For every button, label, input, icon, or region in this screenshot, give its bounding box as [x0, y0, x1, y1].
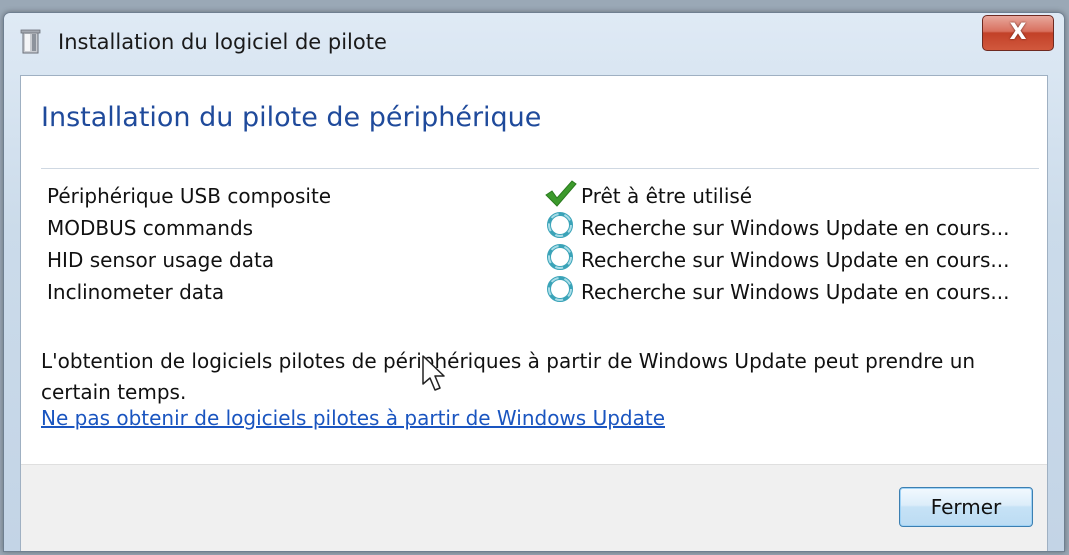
device-status: Prêt à être utilisé — [581, 184, 753, 208]
searching-spinner-icon — [547, 212, 573, 238]
driver-install-icon — [20, 29, 41, 54]
title-bar[interactable]: Installation du logiciel de pilote X — [4, 13, 1064, 75]
page-title: Installation du pilote de périphérique — [41, 102, 542, 133]
window-close-button[interactable]: X — [982, 15, 1054, 51]
fermer-button[interactable]: Fermer — [899, 487, 1033, 527]
device-name: HID sensor usage data — [47, 248, 275, 272]
device-status: Recherche sur Windows Update en cours... — [581, 248, 1010, 272]
dialog-footer: Fermer — [21, 464, 1047, 551]
device-status: Recherche sur Windows Update en cours... — [581, 280, 1010, 304]
searching-spinner-icon — [547, 244, 573, 270]
window-title: Installation du logiciel de pilote — [58, 30, 387, 54]
skip-windows-update-link[interactable]: Ne pas obtenir de logiciels pilotes à pa… — [41, 406, 665, 430]
device-name: MODBUS commands — [47, 216, 254, 240]
info-message: L'obtention de logiciels pilotes de péri… — [41, 349, 976, 404]
checkmark-icon — [545, 180, 577, 207]
mouse-cursor-icon — [422, 355, 445, 391]
close-icon: X — [1009, 20, 1027, 45]
searching-spinner-icon — [547, 276, 573, 302]
device-status: Recherche sur Windows Update en cours... — [581, 216, 1010, 240]
device-name: Inclinometer data — [47, 280, 225, 304]
driver-install-window: Installation du logiciel de pilote X Ins… — [3, 12, 1065, 552]
device-name: Périphérique USB composite — [47, 184, 332, 208]
divider — [41, 168, 1039, 169]
dialog-content: Installation du pilote de périphérique P… — [20, 75, 1048, 551]
